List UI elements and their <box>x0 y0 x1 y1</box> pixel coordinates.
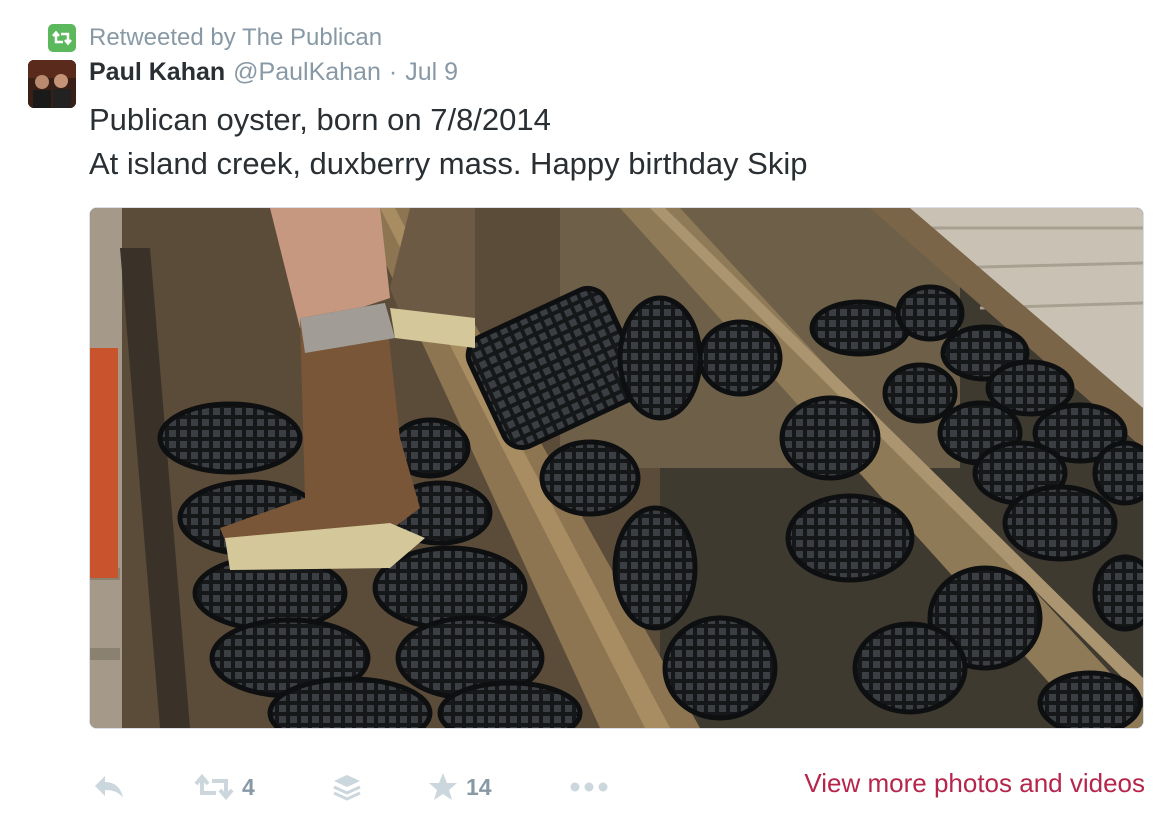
retweet-context-text[interactable]: Retweeted by The Publican <box>89 24 382 52</box>
avatar[interactable] <box>28 60 76 108</box>
tweet-card: Retweeted by The Publican Paul Kahan @Pa… <box>0 0 1172 832</box>
stack-button[interactable] <box>332 770 362 804</box>
tweet-actions: 4 14 View more photos and videos <box>89 762 1145 812</box>
stack-icon <box>332 772 362 802</box>
reply-button[interactable] <box>93 770 125 804</box>
separator: · <box>388 58 398 86</box>
tweet-text-line: Publican oyster, born on 7/8/2014 <box>89 102 551 137</box>
star-icon <box>428 772 458 802</box>
tweet-header: Paul Kahan @PaulKahan · Jul 9 <box>89 58 458 92</box>
retweet-icon <box>48 24 76 52</box>
tweet-timestamp[interactable]: Jul 9 <box>405 58 458 87</box>
author-username[interactable]: @PaulKahan <box>233 58 381 87</box>
retweet-count: 4 <box>242 773 255 800</box>
view-more-media-link[interactable]: View more photos and videos <box>804 768 1145 799</box>
favorite-count: 14 <box>466 773 492 800</box>
retweet-button[interactable]: 4 <box>194 770 255 804</box>
favorite-button[interactable]: 14 <box>428 770 492 804</box>
tweet-photo[interactable] <box>89 207 1144 729</box>
reply-icon <box>93 774 125 800</box>
retweet-context: Retweeted by The Publican <box>48 22 382 54</box>
more-dots-icon <box>569 781 609 793</box>
author-name[interactable]: Paul Kahan <box>89 58 225 87</box>
tweet-text: Publican oyster, born on 7/8/2014 At isl… <box>89 98 1139 186</box>
retweet-icon <box>194 773 234 801</box>
tweet-text-line: At island creek, duxberry mass. Happy bi… <box>89 146 808 181</box>
more-button[interactable] <box>569 770 609 804</box>
